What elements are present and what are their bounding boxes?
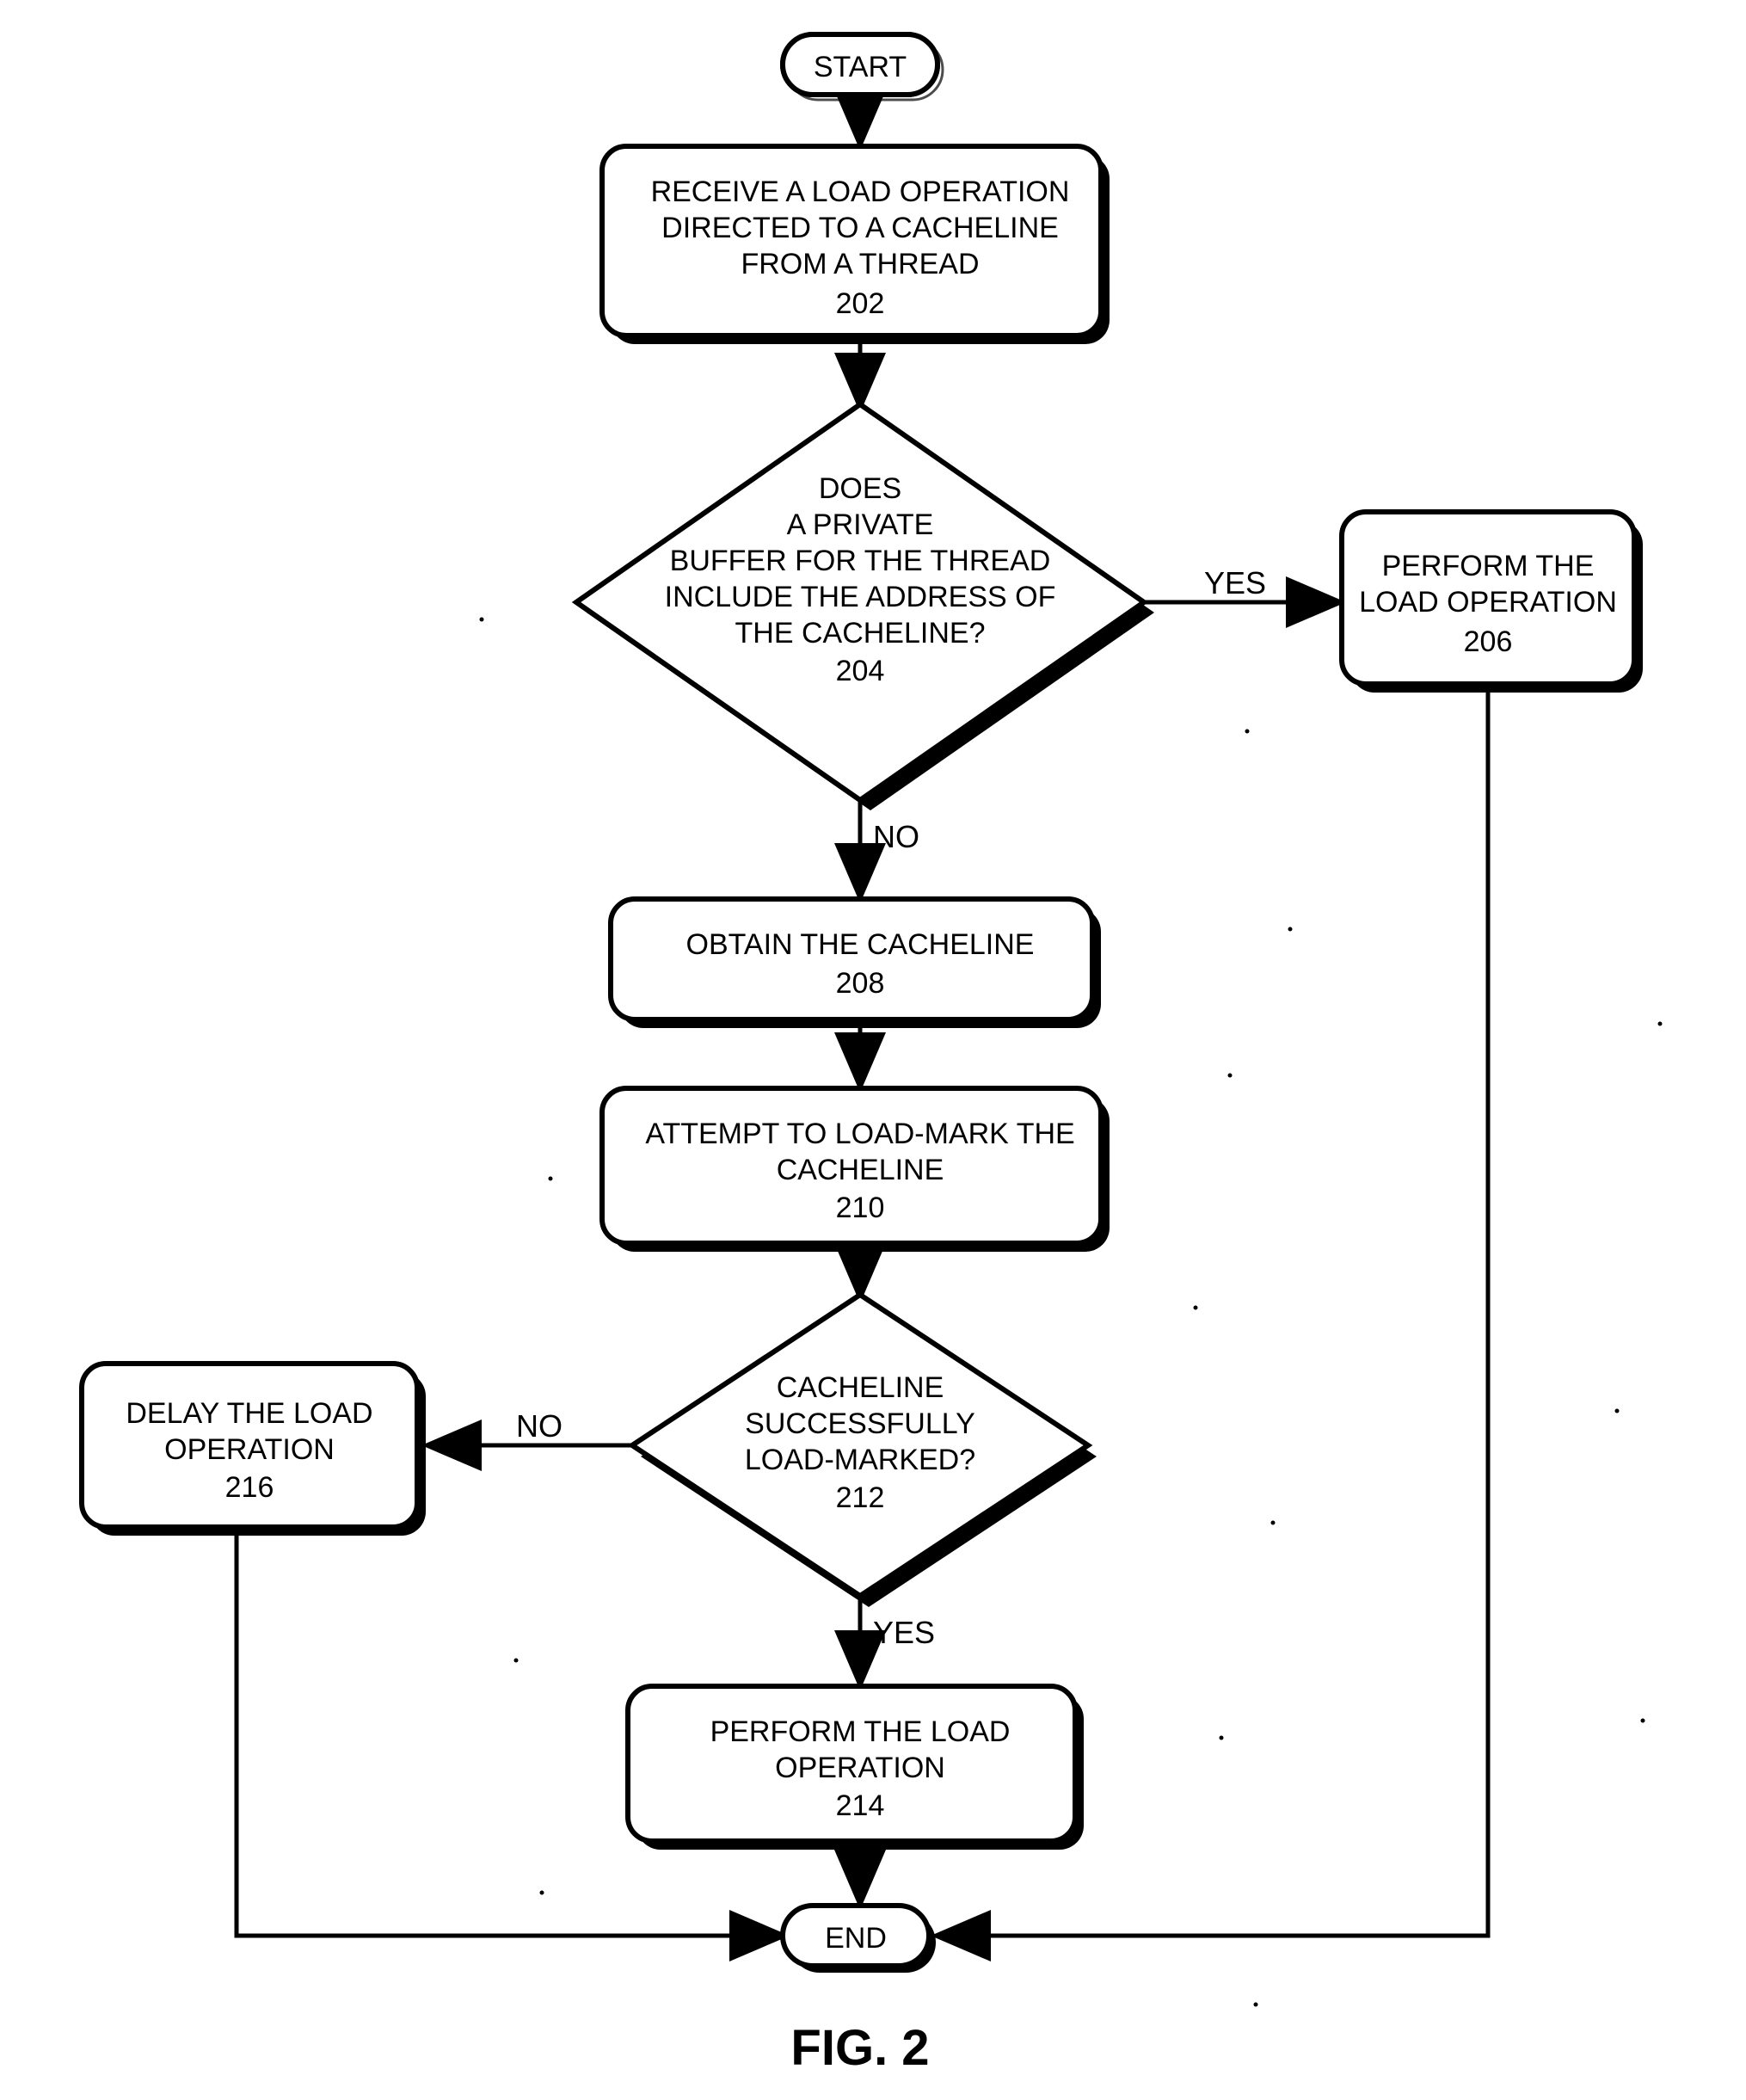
edge-label-yes-204: YES [1204, 565, 1266, 600]
end-node: END [783, 1906, 936, 1973]
node-216-ref: 216 [225, 1471, 274, 1504]
node-212-line2: SUCCESSFULLY [745, 1407, 975, 1440]
node-216-line1: DELAY THE LOAD [126, 1397, 372, 1430]
end-label: END [825, 1922, 887, 1955]
node-202-line2: DIRECTED TO A CACHELINE [661, 212, 1059, 244]
edge-label-no-212: NO [516, 1408, 563, 1444]
node-202: RECEIVE A LOAD OPERATION DIRECTED TO A C… [602, 146, 1110, 344]
node-210: ATTEMPT TO LOAD-MARK THE CACHELINE 210 [602, 1088, 1110, 1252]
edge-label-yes-212: YES [873, 1615, 935, 1650]
node-208: OBTAIN THE CACHELINE 208 [611, 899, 1101, 1028]
node-202-line3: FROM A THREAD [741, 248, 979, 280]
node-208-line1: OBTAIN THE CACHELINE [686, 928, 1035, 961]
node-204-line1: DOES [819, 472, 901, 505]
node-212-line1: CACHELINE [777, 1371, 944, 1404]
node-202-line1: RECEIVE A LOAD OPERATION [651, 176, 1070, 208]
node-206-line2: LOAD OPERATION [1359, 586, 1617, 619]
node-206-ref: 206 [1464, 625, 1513, 658]
node-208-ref: 208 [836, 967, 885, 1000]
node-216: DELAY THE LOAD OPERATION 216 [82, 1364, 426, 1536]
figure-label: FIG. 2 [790, 2020, 929, 2076]
node-216-line2: OPERATION [164, 1433, 335, 1466]
node-212: CACHELINE SUCCESSFULLY LOAD-MARKED? 212 [632, 1295, 1097, 1607]
node-204-line2: A PRIVATE [787, 508, 934, 541]
edge-label-no-204: NO [873, 819, 919, 854]
node-214: PERFORM THE LOAD OPERATION 214 [628, 1686, 1084, 1850]
node-214-line1: PERFORM THE LOAD [710, 1715, 1011, 1748]
node-210-ref: 210 [836, 1192, 885, 1224]
node-206-line1: PERFORM THE [1382, 550, 1595, 582]
node-206: PERFORM THE LOAD OPERATION 206 [1342, 512, 1643, 693]
node-204-ref: 204 [836, 655, 885, 687]
node-214-line2: OPERATION [775, 1752, 945, 1784]
node-204-line3: BUFFER FOR THE THREAD [670, 545, 1051, 577]
node-212-line3: LOAD-MARKED? [745, 1444, 975, 1476]
node-214-ref: 214 [836, 1789, 885, 1822]
node-210-line2: CACHELINE [777, 1154, 944, 1186]
node-210-line1: ATTEMPT TO LOAD-MARK THE [645, 1118, 1074, 1150]
node-204-line5: THE CACHELINE? [735, 617, 986, 650]
start-node: START [783, 34, 943, 100]
node-212-ref: 212 [836, 1481, 885, 1514]
node-204-line4: INCLUDE THE ADDRESS OF [665, 581, 1056, 613]
node-204: DOES A PRIVATE BUFFER FOR THE THREAD INC… [576, 404, 1154, 810]
start-label: START [814, 51, 907, 83]
node-202-ref: 202 [836, 287, 885, 320]
